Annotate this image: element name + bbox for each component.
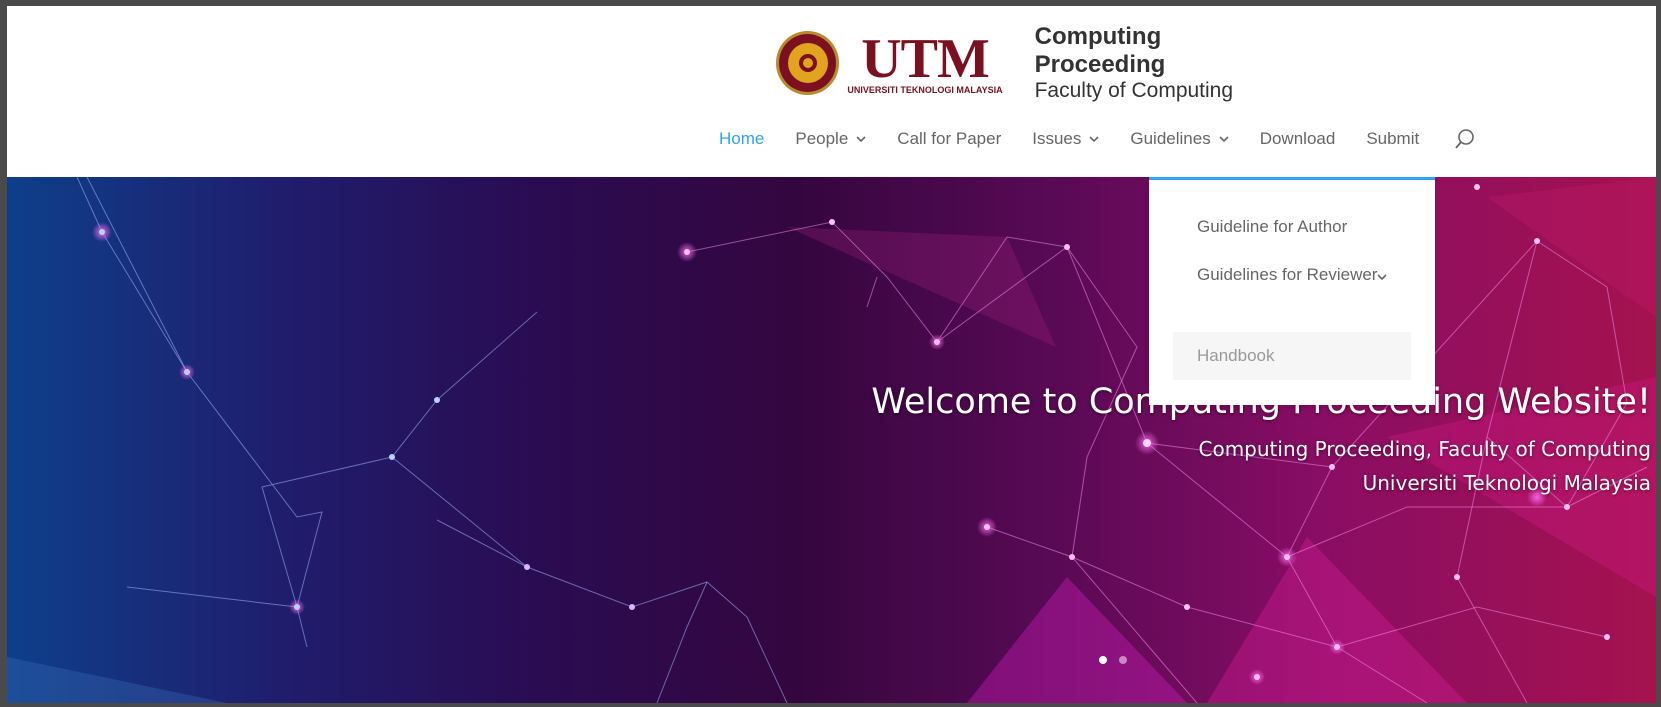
site-logo[interactable]: UTM UNIVERSITI TEKNOLOGI MALAYSIA Comput… [776,23,1296,103]
nav-label: People [795,129,849,148]
nav-item-download[interactable]: Download [1260,129,1336,149]
browser-viewport: UTM UNIVERSITI TEKNOLOGI MALAYSIA Comput… [7,6,1656,703]
dropdown-item-guidelines-for-reviewer[interactable]: Guidelines for Reviewer [1173,258,1383,292]
search-icon[interactable] [1454,128,1476,150]
brand-title: Computing Proceeding [1034,23,1166,78]
nav-label: Issues [1032,129,1082,148]
chevron-down-icon [1089,136,1099,143]
dropdown-item-handbook[interactable]: Handbook [1173,332,1411,380]
slide-dot-1[interactable] [1099,656,1107,664]
utm-logo-subtext: UNIVERSITI TEKNOLOGI MALAYSIA [847,85,1003,95]
nav-item-people[interactable]: People [795,129,866,149]
chevron-down-icon[interactable] [1376,272,1388,282]
brand-subtitle: Faculty of Computing [1034,79,1234,102]
chevron-down-icon [1219,136,1229,143]
nav-label: Call for Paper [897,129,1002,148]
nav-item-call-for-paper[interactable]: Call for Paper [897,129,1001,149]
nav-label: Home [719,129,765,148]
nav-item-issues[interactable]: Issues [1032,129,1099,149]
dropdown-item-guideline-for-author[interactable]: Guideline for Author [1173,210,1411,244]
nav-item-guidelines[interactable]: Guidelines [1130,129,1229,149]
nav-label: Submit [1366,129,1420,148]
brand-text: Computing Proceeding Faculty of Computin… [1035,23,1296,103]
nav-item-submit[interactable]: Submit [1366,129,1419,149]
nav-item-home[interactable]: Home [719,129,764,149]
utm-logo-text: UTM [861,28,990,90]
nav-label: Guidelines [1130,129,1211,148]
guidelines-dropdown-menu: Guideline for Author Guidelines for Revi… [1149,177,1435,405]
slide-dot-2[interactable] [1119,656,1127,664]
hero-subtitle-line-1: Computing Proceeding, Faculty of Computi… [1198,437,1652,461]
slider-pagination [1099,656,1127,664]
nav-label: Download [1259,129,1336,148]
utm-seal-icon [776,31,840,95]
site-header: UTM UNIVERSITI TEKNOLOGI MALAYSIA Comput… [7,6,1656,177]
hero-subtitle-line-2: Universiti Teknologi Malaysia [1362,471,1651,495]
utm-wordmark: UTM UNIVERSITI TEKNOLOGI MALAYSIA [847,31,1002,95]
hero-subtitle: Computing Proceeding, Faculty of Computi… [1199,432,1652,500]
main-nav: Home People Call for Paper Issues Guidel… [719,124,1476,154]
chevron-down-icon [856,136,866,143]
